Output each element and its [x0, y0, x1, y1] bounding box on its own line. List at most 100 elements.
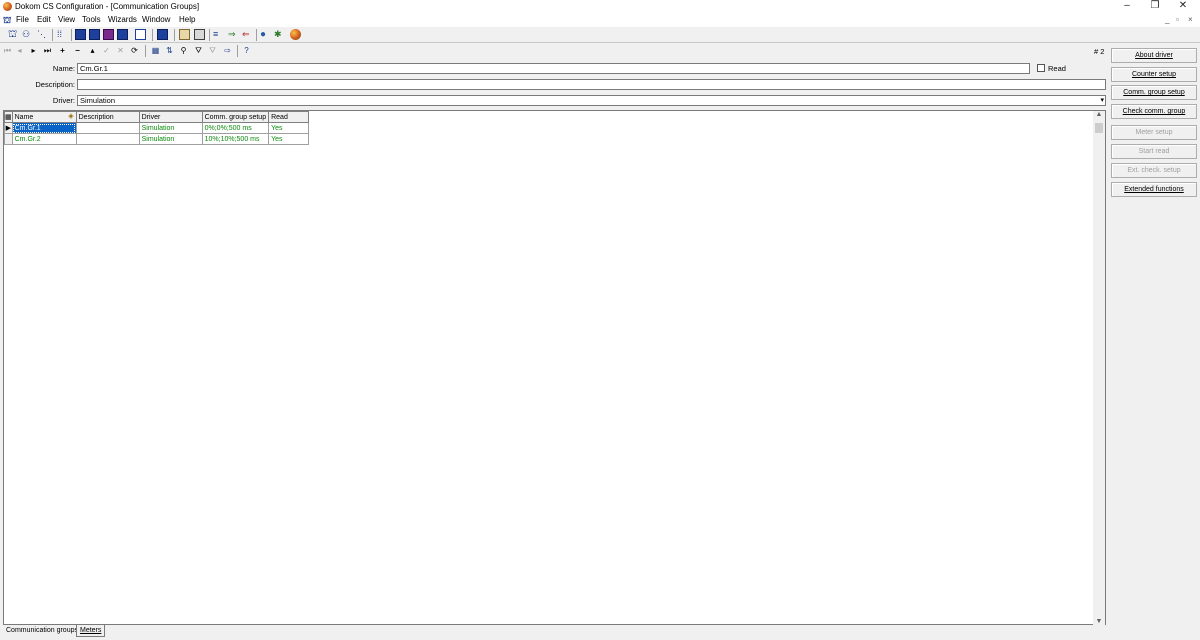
ext-check-setup-label: Ext. check. setup — [1127, 167, 1181, 174]
row-indicator — [4, 133, 13, 145]
menu-file[interactable]: File — [16, 15, 29, 24]
grid-cell[interactable]: Simulation — [138, 122, 203, 134]
column-header-name[interactable]: Name ◈ — [11, 111, 77, 123]
child-minimize-icon[interactable]: _ — [1165, 15, 1169, 24]
comm-group-setup-button[interactable]: Comm. group setup — [1111, 85, 1197, 100]
meter-setup-label: Meter setup — [1135, 129, 1173, 136]
name-field[interactable]: Cm.Gr.1 — [77, 63, 1030, 74]
post-record-icon[interactable]: ✓ — [101, 45, 112, 56]
menu-window[interactable]: Window — [142, 15, 170, 24]
driver-select-value: Simulation — [80, 96, 116, 105]
table-red-icon[interactable] — [103, 29, 114, 40]
column-header-read[interactable]: Read — [268, 111, 310, 123]
next-record-icon[interactable]: ▸ — [28, 45, 39, 56]
check-comm-group-label: Check comm. group — [1122, 108, 1186, 115]
action-panel: About driver Counter setup Comm. group s… — [1108, 44, 1200, 640]
menu-wizards[interactable]: Wizards — [108, 15, 137, 24]
help-cursor-icon[interactable]: ? — [241, 45, 252, 56]
network-icon[interactable]: ⋱ — [37, 29, 48, 40]
table-chart-icon[interactable] — [117, 29, 128, 40]
grid-cell[interactable]: Yes — [268, 133, 310, 145]
child-close-icon[interactable]: × — [1188, 15, 1193, 24]
prior-record-icon[interactable]: ◂ — [14, 45, 25, 56]
column-header-comm-group-setup[interactable]: Comm. group setup — [201, 111, 270, 123]
minimize-icon[interactable]: – — [1113, 0, 1141, 12]
sort-icon[interactable]: ⇅ — [164, 45, 175, 56]
list-icon[interactable] — [179, 29, 190, 40]
title-bar: Dokom CS Configuration - [Communication … — [0, 0, 1200, 13]
extended-functions-button[interactable]: Extended functions — [1111, 182, 1197, 197]
insert-record-icon[interactable]: + — [57, 45, 68, 56]
grid-cell[interactable]: Cm.Gr.1 — [11, 122, 77, 134]
tab-communication-groups[interactable]: Communication groups — [3, 625, 81, 637]
grid-cell[interactable] — [75, 133, 140, 145]
start-read-label: Start read — [1138, 148, 1170, 155]
comm-group-setup-label: Comm. group setup — [1123, 89, 1185, 96]
tools-icon[interactable]: ✱ — [274, 29, 285, 40]
goto-icon[interactable]: ⇨ — [222, 45, 233, 56]
find-icon[interactable]: ⚲ — [178, 45, 189, 56]
column-header-driver[interactable]: Driver — [138, 111, 203, 123]
table-row[interactable]: Cm.Gr.2 Simulation 10%;10%;500 ms Yes — [4, 133, 310, 145]
table-row[interactable]: ▶ Cm.Gr.1 Simulation 0%;0%;500 ms Yes — [4, 122, 310, 134]
grid-cell[interactable]: 0%;0%;500 ms — [201, 122, 270, 134]
system-icon[interactable]: ⛫ — [8, 29, 19, 40]
list-edit-icon[interactable]: ≡ — [213, 29, 224, 40]
filter-icon[interactable]: ⛛ — [193, 45, 204, 56]
columns-icon[interactable]: ▦ — [150, 45, 161, 56]
refresh-icon[interactable]: ⟳ — [129, 45, 140, 56]
chevron-down-icon[interactable]: ▾ — [1100, 96, 1104, 105]
edit-record-icon[interactable]: ▴ — [87, 45, 98, 56]
start-read-button[interactable]: Start read — [1111, 144, 1197, 159]
vertical-scrollbar[interactable]: ▲ ▼ — [1093, 111, 1105, 625]
menu-bar: ⛫ File Edit View Tools Wizards Window He… — [0, 13, 1200, 26]
meter-setup-button[interactable]: Meter setup — [1111, 125, 1197, 140]
table-blue-icon[interactable] — [75, 29, 86, 40]
about-driver-label: About driver — [1135, 52, 1173, 59]
globe-icon[interactable]: ● — [260, 29, 271, 40]
scroll-down-icon[interactable]: ▼ — [1093, 618, 1105, 625]
child-restore-icon[interactable]: ▫ — [1176, 15, 1179, 24]
communication-groups-grid[interactable]: ▦ Name ◈ Description Driver Comm. group … — [3, 110, 1106, 625]
description-field[interactable] — [77, 79, 1106, 90]
cancel-record-icon[interactable]: ✕ — [115, 45, 126, 56]
menu-edit[interactable]: Edit — [37, 15, 51, 24]
ext-check-setup-button[interactable]: Ext. check. setup — [1111, 163, 1197, 178]
read-checkbox[interactable] — [1037, 64, 1045, 72]
column-header-description[interactable]: Description — [75, 111, 140, 123]
grid-cell[interactable]: Yes — [268, 122, 310, 134]
restore-icon[interactable]: ❐ — [1141, 0, 1169, 12]
table-purple-icon[interactable] — [89, 29, 100, 40]
scroll-thumb[interactable] — [1095, 123, 1103, 133]
dokom-logo-icon[interactable] — [290, 29, 301, 40]
users-icon[interactable]: ⚇ — [22, 29, 33, 40]
grid-cell[interactable]: Cm.Gr.2 — [11, 133, 77, 145]
menu-help[interactable]: Help — [179, 15, 195, 24]
menu-tools[interactable]: Tools — [82, 15, 101, 24]
about-driver-button[interactable]: About driver — [1111, 48, 1197, 63]
grid-cell[interactable] — [75, 122, 140, 134]
check-comm-group-button[interactable]: Check comm. group — [1111, 104, 1197, 119]
grid-cell[interactable]: 10%;10%;500 ms — [201, 133, 270, 145]
report-icon[interactable] — [135, 29, 146, 40]
description-label: Description: — [35, 80, 75, 89]
import-icon[interactable]: ⇐ — [242, 29, 253, 40]
scroll-up-icon[interactable]: ▲ — [1093, 111, 1105, 118]
driver-select[interactable]: Simulation ▾ — [77, 95, 1106, 106]
save-icon[interactable] — [157, 29, 168, 40]
tab-meters[interactable]: Meters — [76, 625, 106, 637]
document-icon[interactable] — [194, 29, 205, 40]
grid-cell[interactable]: Simulation — [138, 133, 203, 145]
grid-corner-icon[interactable]: ▦ — [4, 111, 13, 123]
grid-icon[interactable]: ⁞⁞ — [57, 29, 68, 40]
filter-clear-icon[interactable]: ⛛ — [207, 45, 218, 56]
read-label: Read — [1048, 64, 1066, 73]
counter-setup-button[interactable]: Counter setup — [1111, 67, 1197, 82]
first-record-icon[interactable]: ⏮ — [2, 45, 13, 56]
last-record-icon[interactable]: ⏭ — [42, 45, 53, 56]
delete-record-icon[interactable]: − — [72, 45, 83, 56]
menu-view[interactable]: View — [58, 15, 75, 24]
current-row-icon: ▶ — [4, 122, 13, 134]
close-icon[interactable]: ✕ — [1169, 0, 1197, 12]
export-icon[interactable]: ⇒ — [228, 29, 239, 40]
